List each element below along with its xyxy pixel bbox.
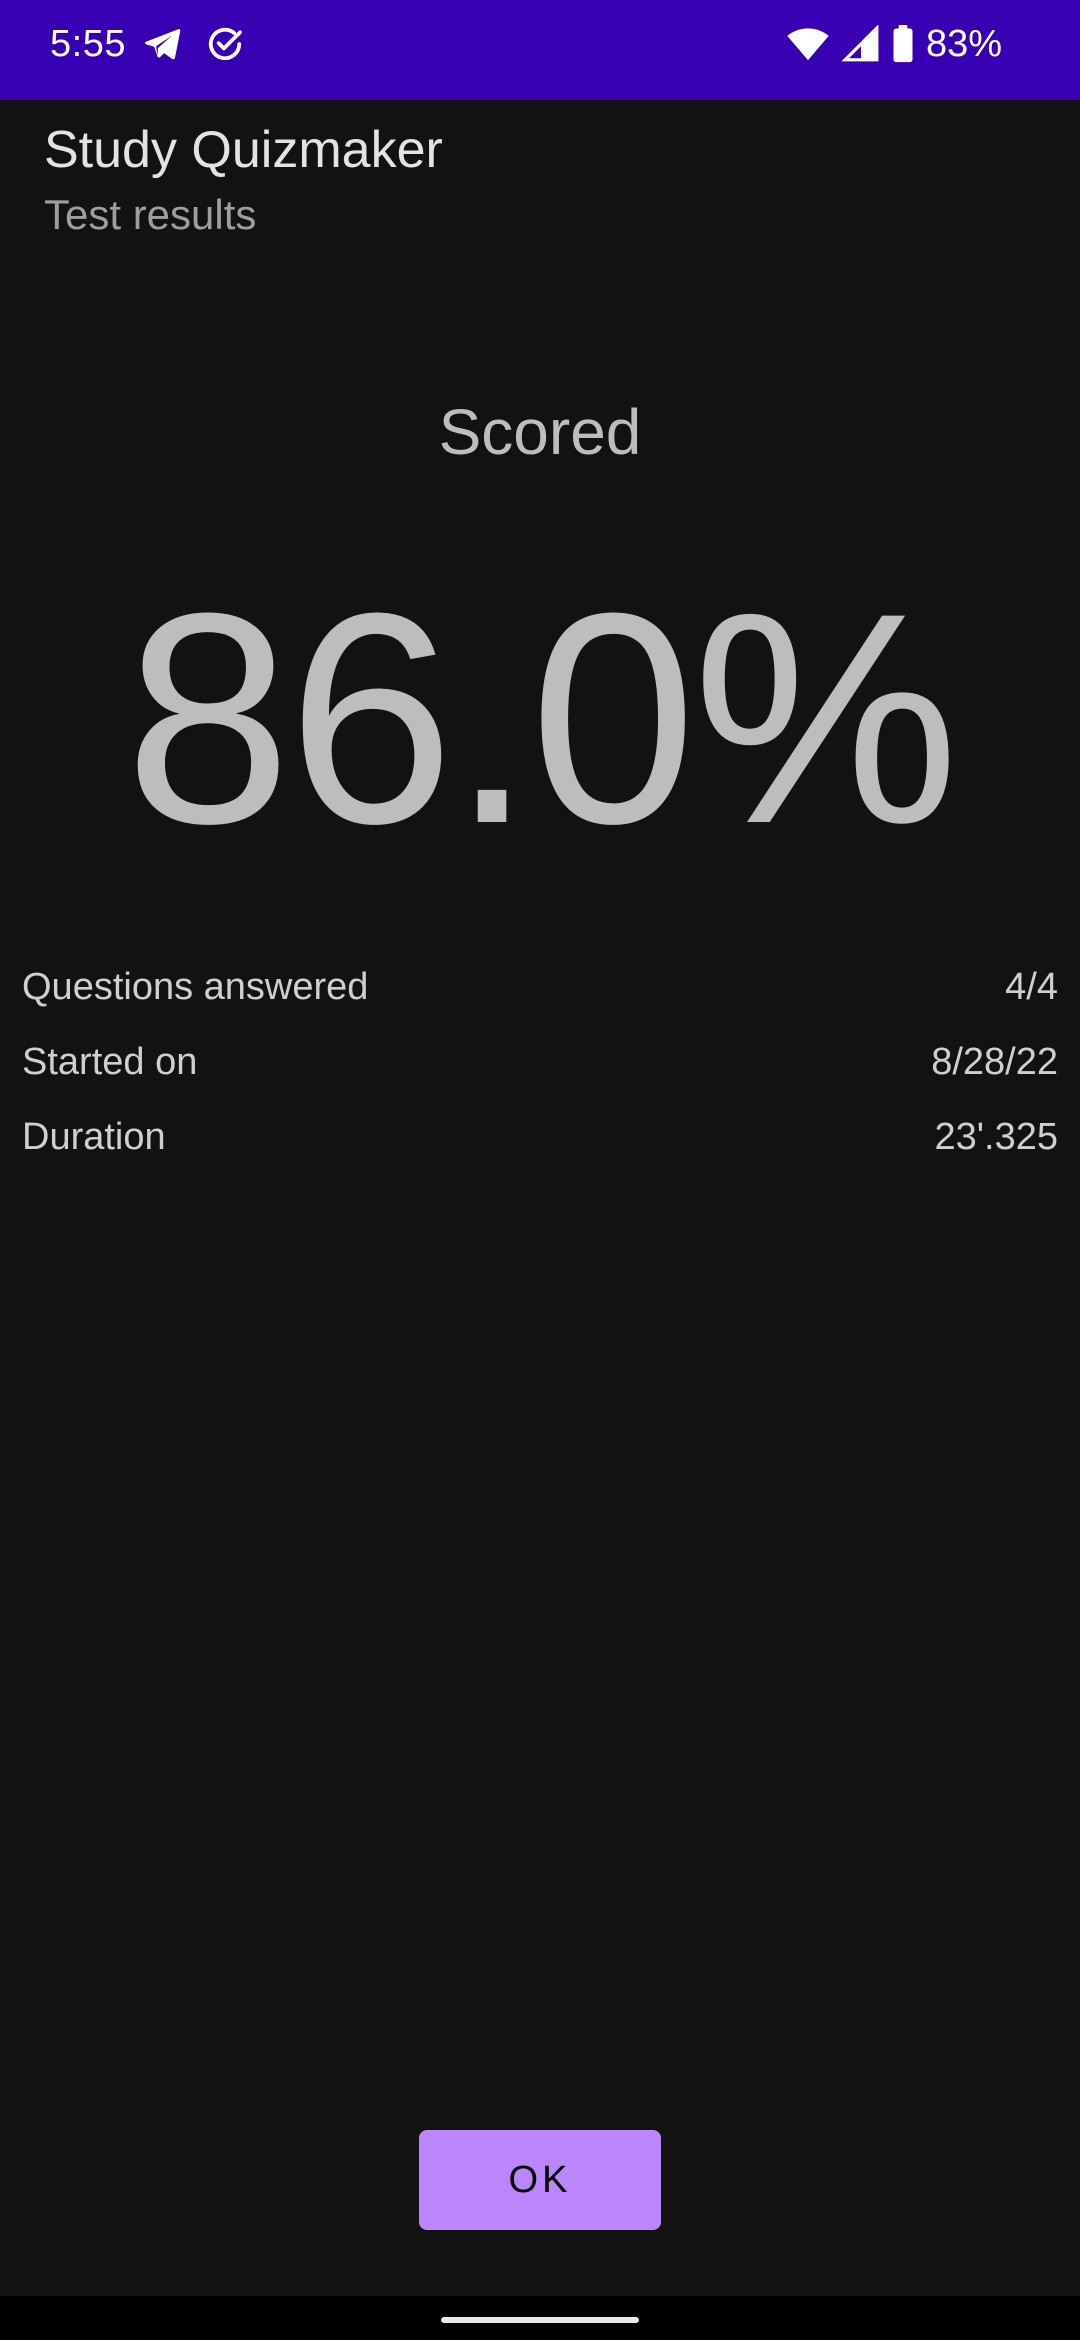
check-circle-icon	[206, 25, 244, 63]
app-title: Study Quizmaker	[44, 121, 443, 179]
score-label: Scored	[438, 396, 642, 468]
detail-label: Started on	[22, 1041, 198, 1083]
detail-row-started-on: Started on 8/28/22	[22, 1025, 1058, 1100]
wifi-icon	[786, 26, 830, 62]
detail-value: 4/4	[1005, 966, 1058, 1008]
detail-label: Questions answered	[22, 966, 369, 1008]
notification-icons	[142, 24, 244, 64]
test-results-screen: 5:55 83% Study Quizmaker Test results Sc…	[0, 0, 1080, 2340]
page-subtitle: Test results	[44, 191, 257, 238]
system-status-icons: 83%	[786, 22, 1002, 66]
telegram-icon	[142, 24, 182, 64]
status-time: 5:55	[50, 23, 126, 65]
cell-signal-icon	[841, 25, 880, 63]
result-details: Questions answered 4/4 Started on 8/28/2…	[22, 950, 1058, 1175]
ok-button[interactable]: OK	[419, 2130, 661, 2230]
battery-icon	[892, 25, 914, 63]
status-bar: 5:55 83%	[0, 0, 1080, 100]
score-value: 86.0%	[124, 550, 960, 886]
detail-row-duration: Duration 23'.325	[22, 1100, 1058, 1175]
navigation-bar	[0, 2296, 1080, 2340]
detail-value: 8/28/22	[931, 1041, 1058, 1083]
battery-percent: 83%	[925, 23, 1002, 65]
detail-row-questions-answered: Questions answered 4/4	[22, 950, 1058, 1025]
detail-label: Duration	[22, 1116, 166, 1158]
home-gesture-handle[interactable]	[441, 2317, 639, 2323]
detail-value: 23'.325	[934, 1116, 1058, 1158]
